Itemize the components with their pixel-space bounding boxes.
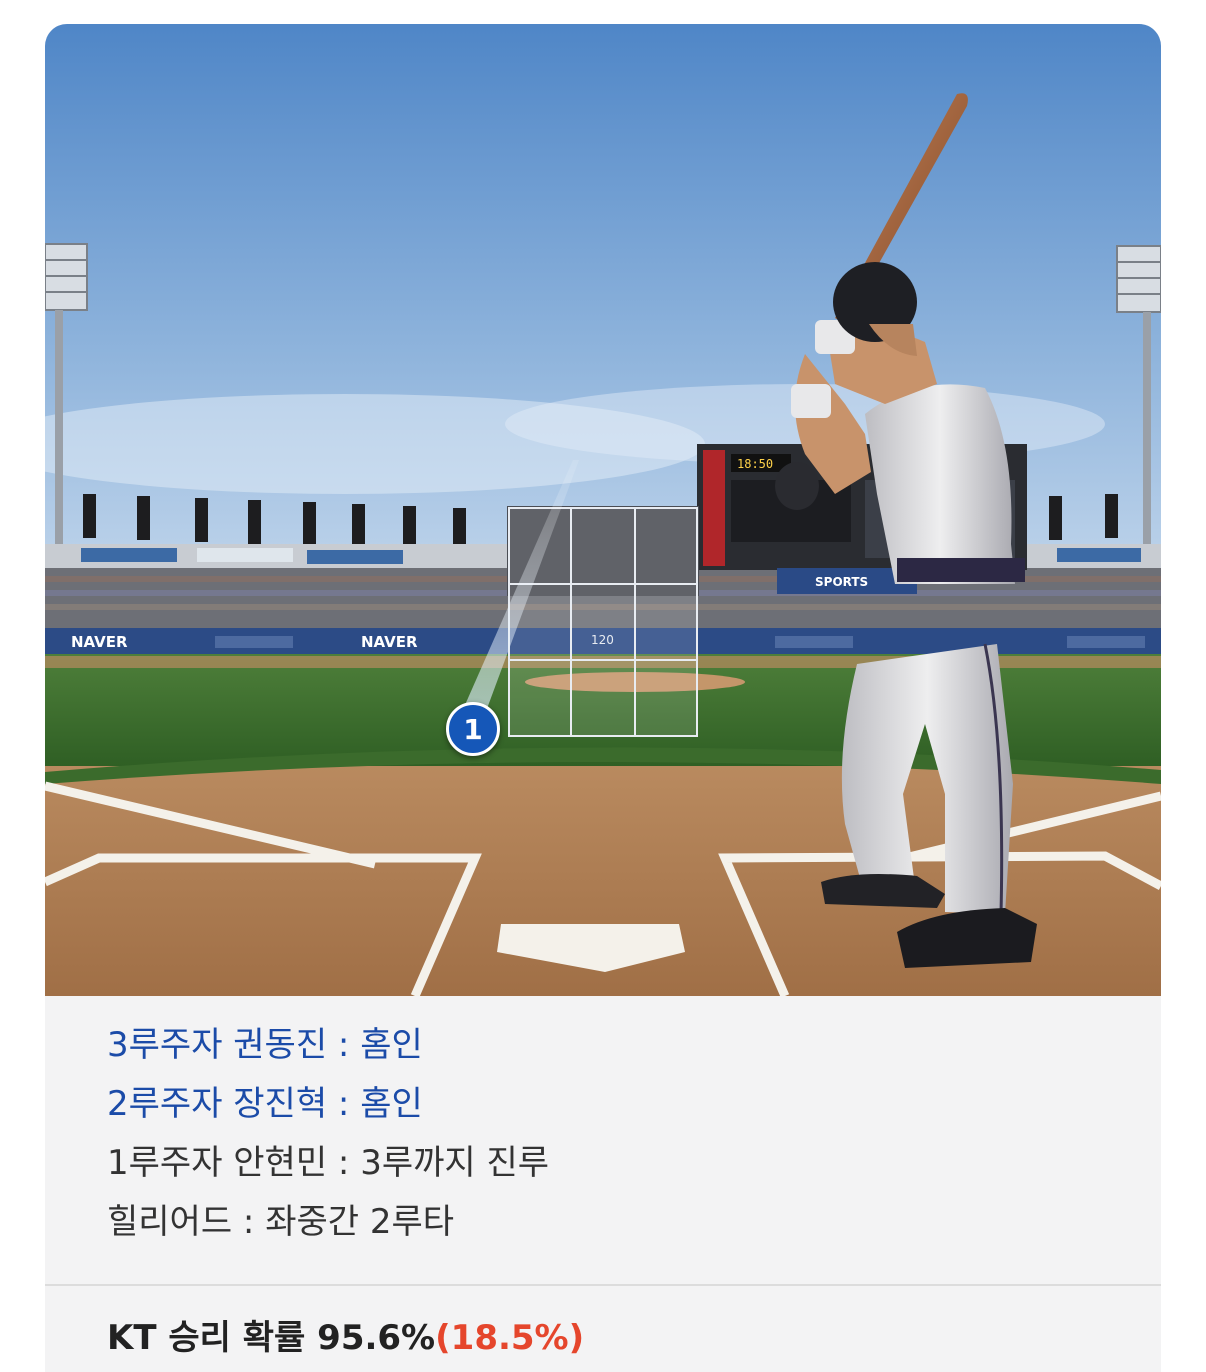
win-probability: KT 승리 확률 95.6%(18.5%) xyxy=(107,1308,584,1368)
play-line: 힐리어드 : 좌중간 2루타 xyxy=(107,1202,455,1242)
divider xyxy=(45,1284,1161,1286)
play-line: 3루주자 권동진 : 홈인 xyxy=(107,1025,423,1065)
naver-banner-right: NAVER xyxy=(361,633,418,651)
sports-banner-center: SPORTS xyxy=(815,575,868,589)
pitch-scene: 18:50 SPORTS NAVER NAVER 120 1 xyxy=(45,24,1161,996)
play-line: 2루주자 장진혁 : 홈인 xyxy=(107,1084,423,1124)
pitch-number-marker[interactable]: 1 xyxy=(446,702,500,756)
pitch-speed: 120 xyxy=(591,633,614,647)
win-probability-label: KT 승리 확률 95.6% xyxy=(107,1318,436,1358)
play-line: 1루주자 안현민 : 3루까지 진루 xyxy=(107,1143,550,1183)
stadium-illustration: 18:50 SPORTS NAVER NAVER 120 xyxy=(45,24,1161,996)
naver-banner-left: NAVER xyxy=(71,633,128,651)
play-description-list: 3루주자 권동진 : 홈인 2루주자 장진혁 : 홈인 1루주자 안현민 : 3… xyxy=(107,1019,1107,1255)
win-probability-delta: (18.5%) xyxy=(435,1318,585,1358)
play-card: 18:50 SPORTS NAVER NAVER 120 1 3루주자 권동진 … xyxy=(45,24,1161,1372)
scoreboard-time: 18:50 xyxy=(737,457,773,471)
